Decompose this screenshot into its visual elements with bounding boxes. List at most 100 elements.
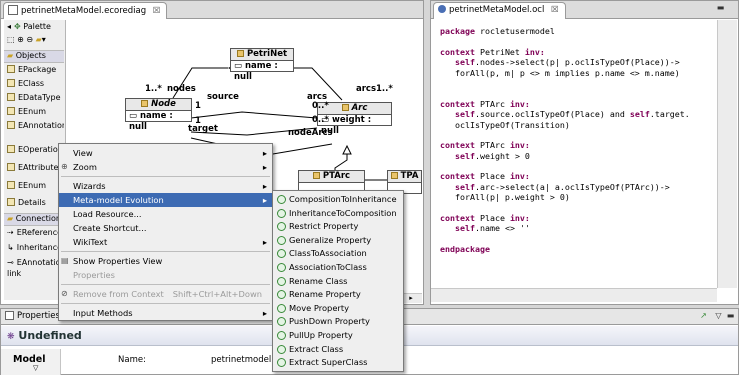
eenum-icon xyxy=(7,107,15,115)
palette-group-objects[interactable]: ▰ Objects xyxy=(4,50,64,63)
submenu-item-associationtoclass[interactable]: AssociationToClass xyxy=(273,261,403,275)
submenu-item-rename-property[interactable]: Rename Property xyxy=(273,288,403,302)
submenu-item-restrict-property[interactable]: Restrict Property xyxy=(273,220,403,234)
palette-item-epackage[interactable]: EPackage xyxy=(4,65,64,78)
multiplicity-label: 1 xyxy=(195,101,201,111)
submenu-item-label: Generalize Property xyxy=(289,234,372,245)
role-label: nodeArcs xyxy=(288,128,333,138)
submenu-item-rename-class[interactable]: Rename Class xyxy=(273,275,403,289)
chevron-down-icon[interactable]: ▽ xyxy=(13,365,60,372)
palette-item-eenum-literal[interactable]: EEnum xyxy=(4,181,64,194)
submenu-item-compositiontoinheritance[interactable]: CompositionToInheritance xyxy=(273,193,403,207)
menu-item-show-properties-view[interactable]: ▤ Show Properties View xyxy=(59,254,272,268)
submenu-arrow-icon: ▸ xyxy=(262,162,267,172)
folder-icon: ▰ xyxy=(7,51,14,60)
palette-item-inheritance[interactable]: ↳ Inheritance xyxy=(4,243,64,256)
ocl-code xyxy=(440,109,455,119)
refactoring-icon xyxy=(277,263,286,272)
epackage-icon xyxy=(7,65,15,73)
submenu-item-label: PushDown Property xyxy=(289,316,370,327)
palette-item-eoperation[interactable]: EOperation xyxy=(4,145,64,158)
menu-item-wizards[interactable]: Wizards ▸ xyxy=(59,179,272,193)
ocl-line: self.weight > 0 xyxy=(440,151,735,161)
ocl-code: PTArc xyxy=(474,140,510,151)
role-label: arcs xyxy=(356,84,377,94)
diagram-file-icon xyxy=(8,5,18,15)
ocl-keyword: self xyxy=(455,223,475,234)
palette-item-ereference[interactable]: ⇢ EReference xyxy=(4,228,64,241)
submenu-item-extract-superclass[interactable]: Extract SuperClass xyxy=(273,356,403,370)
submenu-item-label: CompositionToInheritance xyxy=(289,194,397,204)
tab-ecorediag[interactable]: petrinetMetaModel.ecorediag ☒ xyxy=(3,2,168,19)
ocl-line xyxy=(440,161,735,171)
menu-item-label: Meta-model Evolution xyxy=(73,195,164,205)
ocl-code xyxy=(440,182,455,192)
palette-item-eannotation-link[interactable]: ⊸ EAnnotation link xyxy=(4,257,64,281)
class-node[interactable]: Node ▭ name : null xyxy=(125,98,192,132)
submenu-item-pushdown-property[interactable]: PushDown Property xyxy=(273,315,403,329)
close-icon[interactable]: ☒ xyxy=(153,6,161,16)
name-label: Name: xyxy=(118,355,146,365)
ocl-code xyxy=(440,151,455,161)
view-menu-icon[interactable]: ▽ xyxy=(713,312,724,321)
eenum-literal-icon xyxy=(7,181,15,189)
submenu-arrow-icon: ▸ xyxy=(262,195,267,205)
submenu-item-extract-class[interactable]: Extract Class xyxy=(273,343,403,357)
submenu-item-label: Restrict Property xyxy=(289,221,359,232)
ocl-keyword: context xyxy=(440,140,475,151)
eannotation-icon xyxy=(7,121,15,129)
ocl-line: context PTArc inv: xyxy=(440,140,735,150)
menu-item-wikitext[interactable]: WikiText ▸ xyxy=(59,235,272,249)
palette-item-details[interactable]: Details xyxy=(4,198,64,211)
palette-tools: ⬚ ⊕ ⊖ ▰▾ xyxy=(7,35,46,44)
menu-item-zoom[interactable]: ⊕ Zoom ▸ xyxy=(59,160,272,174)
class-petrinet[interactable]: PetriNet ▭ name : null xyxy=(230,48,294,82)
menu-item-meta-model-evolution[interactable]: Meta-model Evolution ▸ xyxy=(59,193,272,207)
menu-item-create-shortcut[interactable]: Create Shortcut... xyxy=(59,221,272,235)
submenu-item-inheritancetocomposition[interactable]: InheritanceToComposition xyxy=(273,207,403,221)
submenu-arrow-icon: ▸ xyxy=(262,181,267,191)
palette-item-eclass[interactable]: EClass xyxy=(4,79,64,92)
ocl-line: self.arc->select(a| a.oclIsTypeOf(PTArc)… xyxy=(440,182,735,192)
select-tool-icon[interactable]: ⬚ xyxy=(7,35,15,44)
minimize-icon[interactable]: ▬ xyxy=(725,312,736,321)
refactoring-icon xyxy=(277,317,286,327)
zoom-in-icon[interactable]: ⊕ xyxy=(17,35,24,44)
ocl-keyword: context xyxy=(440,98,475,109)
ocl-line xyxy=(440,130,735,140)
close-icon[interactable]: ☒ xyxy=(551,5,559,15)
palette-group-connections[interactable]: ▰ Connections xyxy=(4,213,64,226)
ocl-line xyxy=(440,88,735,98)
scroll-right-icon[interactable]: ▸ xyxy=(409,294,413,302)
refactoring-icon xyxy=(277,303,286,313)
submenu-item-move-property[interactable]: Move Property xyxy=(273,302,403,316)
palette-item-eattribute[interactable]: EAttribute xyxy=(4,163,64,176)
properties-section-model[interactable]: Model ▽ xyxy=(1,349,61,375)
palette-item-eenum[interactable]: EEnum xyxy=(4,107,64,120)
submenu-item-classtoassociation[interactable]: ClassToAssociation xyxy=(273,247,403,261)
tab-ocl[interactable]: petrinetMetaModel.ocl ☒ xyxy=(433,2,566,19)
menu-separator xyxy=(61,284,270,285)
submenu-item-pullup-property[interactable]: PullUp Property xyxy=(273,329,403,343)
menu-item-label: Create Shortcut... xyxy=(73,223,147,233)
palette-header[interactable]: ◂ ✥ Palette xyxy=(4,22,64,35)
folder-icon[interactable]: ▰ xyxy=(36,35,42,44)
collapse-arrow-icon[interactable]: ◂ xyxy=(7,22,11,31)
palette-item-eannotation[interactable]: EAnnotation xyxy=(4,121,64,134)
minimize-icon[interactable]: ▬ xyxy=(715,4,726,13)
palette-item-edatatype[interactable]: EDataType xyxy=(4,93,64,106)
pin-icon[interactable]: ↗ xyxy=(698,312,709,321)
submenu-item-generalize-property[interactable]: Generalize Property xyxy=(273,234,403,248)
menu-item-input-methods[interactable]: Input Methods ▸ xyxy=(59,306,272,320)
ocl-text[interactable]: package rocletusermodel context PetriNet … xyxy=(440,26,735,255)
menu-item-remove-from-context: ⊘ Remove from Context Shift+Ctrl+Alt+Down xyxy=(59,287,272,301)
horizontal-scrollbar[interactable] xyxy=(431,288,717,302)
menu-item-view[interactable]: View ▸ xyxy=(59,146,272,160)
ocl-code: forAll(p| p.weight > 0) xyxy=(440,192,570,203)
ocl-code: .arc->select(a| a.oclIsTypeOf(PTArc))-> xyxy=(474,181,670,192)
menu-item-load-resource[interactable]: Load Resource... xyxy=(59,207,272,221)
eclass-icon xyxy=(7,79,15,87)
name-field[interactable]: petrinetmodel xyxy=(211,355,271,365)
zoom-out-icon[interactable]: ⊖ xyxy=(26,35,33,44)
ocl-file-icon xyxy=(438,5,446,13)
